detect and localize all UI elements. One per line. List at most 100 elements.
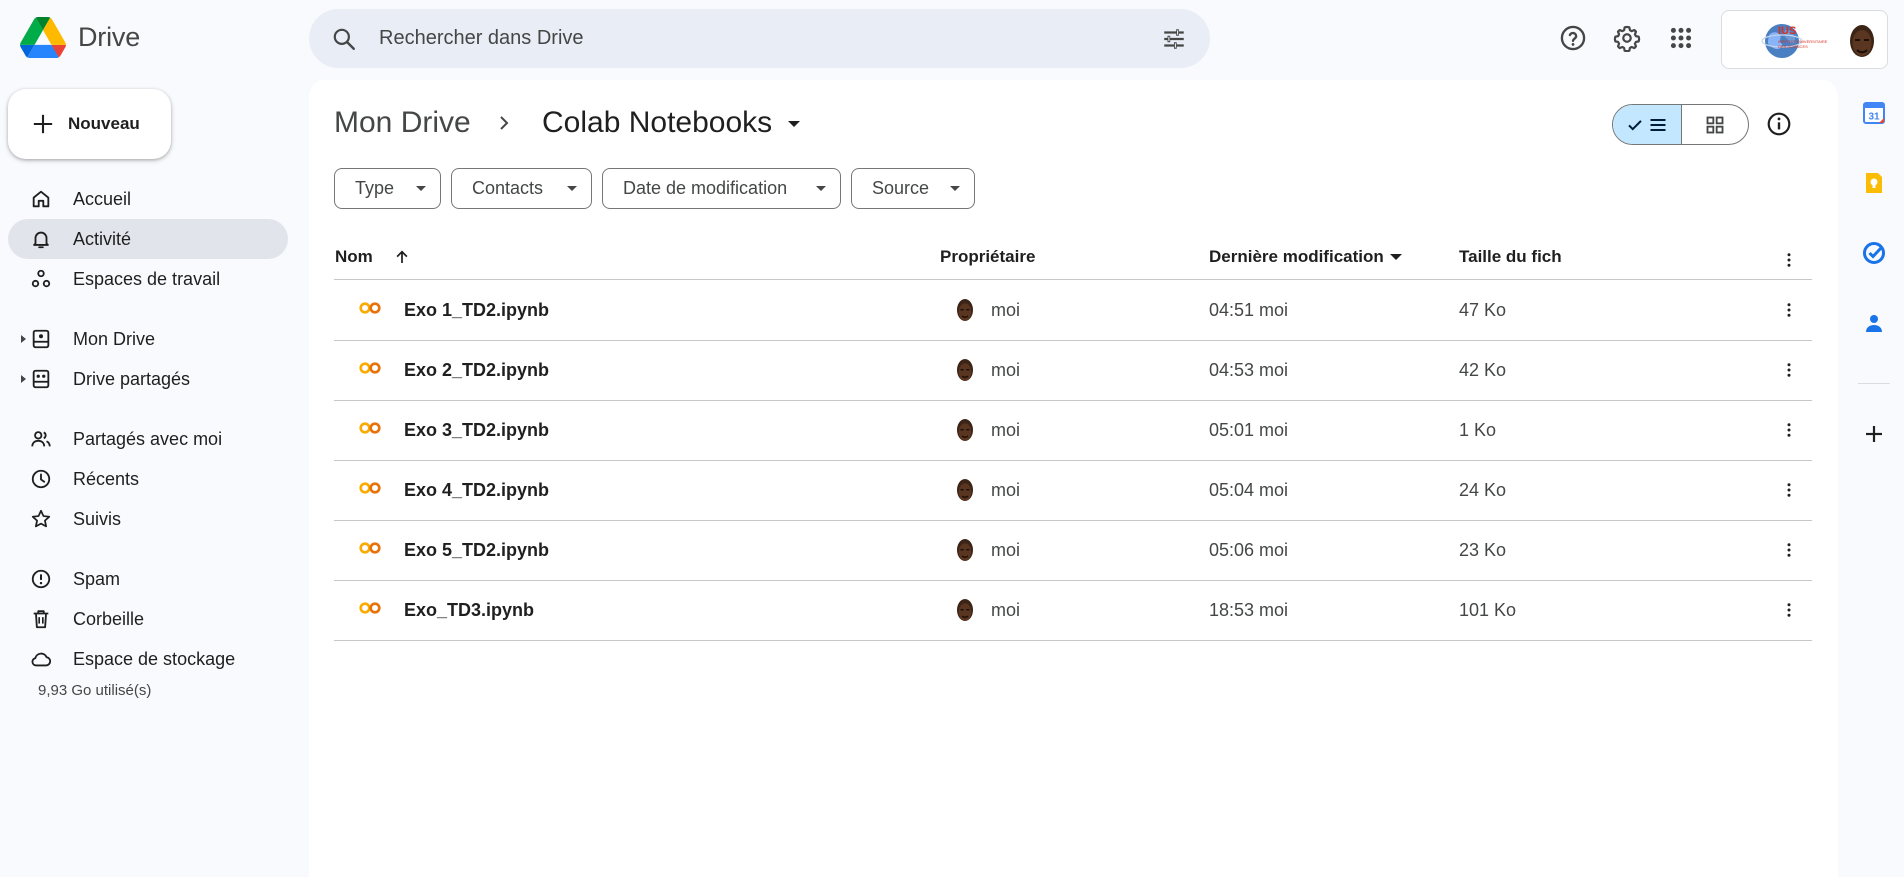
owner-avatar	[951, 536, 979, 564]
sidebar-item-shared-with-me[interactable]: Partagés avec moi	[8, 419, 288, 459]
sidebar-item-recent[interactable]: Récents	[8, 459, 288, 499]
help-icon	[1560, 25, 1586, 51]
colab-file-icon	[359, 362, 381, 374]
organization-subtitle: INSTITUT UNIVERSITAIRE DES SCIENCES	[1778, 39, 1828, 49]
drive-logo-icon	[20, 17, 66, 58]
file-name: Exo 5_TD2.ipynb	[404, 540, 550, 560]
contacts-icon[interactable]	[1862, 311, 1886, 335]
tasks-icon[interactable]	[1862, 241, 1886, 265]
search-input[interactable]	[379, 9, 1139, 68]
add-icon[interactable]	[1862, 422, 1886, 446]
home-icon	[32, 190, 50, 208]
filter-contacts[interactable]: Contacts	[451, 168, 592, 209]
filter-date-modified[interactable]: Date de modification	[602, 168, 841, 209]
filter-label: Date de modification	[623, 178, 788, 198]
file-owner: moi	[991, 420, 1021, 440]
caret-down-icon	[416, 186, 426, 191]
list-view-button[interactable]	[1613, 105, 1682, 144]
people-icon	[31, 431, 51, 447]
file-size: 24 Ko	[1459, 480, 1507, 500]
sidebar-item-label: Mon Drive	[73, 329, 156, 349]
breadcrumb-current[interactable]: Colab Notebooks	[542, 106, 772, 140]
user-avatar[interactable]	[1841, 19, 1883, 61]
owner-avatar	[951, 476, 979, 504]
more-options-icon[interactable]	[1780, 479, 1798, 501]
grid-view-button[interactable]	[1682, 105, 1748, 144]
filter-type[interactable]: Type	[334, 168, 441, 209]
sidebar-item-label: Espace de stockage	[73, 649, 236, 669]
calendar-icon[interactable]: 31	[1862, 101, 1886, 125]
sidebar-item-starred[interactable]: Suivis	[8, 499, 288, 539]
sidebar-item-storage[interactable]: Espace de stockage	[8, 639, 288, 679]
colab-file-icon	[359, 422, 381, 434]
column-name[interactable]: Nom	[335, 247, 411, 267]
new-button[interactable]: Nouveau	[8, 89, 171, 159]
plus-icon	[33, 114, 53, 134]
sidebar-item-activity[interactable]: Activité	[8, 219, 288, 259]
trash-icon	[33, 610, 49, 629]
column-options-icon[interactable]	[1780, 250, 1798, 270]
more-options-icon[interactable]	[1780, 599, 1798, 621]
sidebar-item-shared-drives[interactable]: Drive partagés	[8, 359, 288, 399]
star-icon	[31, 509, 51, 528]
main-panel: Mon Drive Colab Notebooks Type Contacts …	[309, 80, 1838, 877]
search-bar[interactable]	[309, 9, 1210, 68]
sidebar-item-label: Suivis	[73, 509, 122, 529]
more-options-icon[interactable]	[1780, 299, 1798, 321]
shared-drives-icon	[32, 369, 50, 389]
table-row[interactable]: Exo 1_TD2.ipynb moi 04:51 moi 47 Ko	[334, 281, 1812, 341]
settings-button[interactable]	[1611, 22, 1643, 54]
keep-icon[interactable]	[1862, 171, 1886, 195]
expand-icon[interactable]	[19, 335, 27, 343]
table-row[interactable]: Exo 3_TD2.ipynb moi 05:01 moi 1 Ko	[334, 401, 1812, 461]
new-button-label: Nouveau	[68, 114, 140, 133]
table-row[interactable]: Exo 2_TD2.ipynb moi 04:53 moi 42 Ko	[334, 341, 1812, 401]
search-options-icon[interactable]	[1161, 26, 1187, 52]
drive-logo[interactable]: Drive	[20, 17, 140, 58]
apps-button[interactable]	[1665, 22, 1697, 54]
sidebar-item-label: Activité	[73, 229, 132, 249]
sidebar-item-trash[interactable]: Corbeille	[8, 599, 288, 639]
account-switcher[interactable]: IUS INSTITUT UNIVERSITAIRE DES SCIENCES	[1721, 10, 1888, 69]
column-modified[interactable]: Dernière modification	[1209, 247, 1402, 267]
file-size: 42 Ko	[1459, 360, 1507, 380]
sort-ascending-icon[interactable]	[393, 248, 411, 266]
colab-file-icon	[359, 302, 381, 314]
breadcrumb-root[interactable]: Mon Drive	[334, 106, 471, 140]
help-button[interactable]	[1557, 22, 1589, 54]
my-drive-icon	[32, 329, 50, 349]
divider	[1858, 383, 1890, 384]
sidebar-item-label: Espaces de travail	[73, 269, 221, 289]
table-row[interactable]: Exo 5_TD2.ipynb moi 05:06 moi 23 Ko	[334, 521, 1812, 581]
more-options-icon[interactable]	[1780, 539, 1798, 561]
sidebar-item-spam[interactable]: Spam	[8, 559, 288, 599]
owner-avatar	[951, 596, 979, 624]
top-bar: Drive Rechercher dans Drive IUS INSTITUT…	[0, 0, 1904, 78]
clock-icon	[31, 469, 51, 489]
sidebar-item-home[interactable]: Accueil	[8, 179, 288, 219]
info-icon[interactable]	[1766, 111, 1792, 137]
table-row[interactable]: Exo_TD3.ipynb moi 18:53 moi 101 Ko	[334, 581, 1812, 641]
sidebar-item-label: Spam	[73, 569, 121, 589]
file-modified: 18:53 moi	[1209, 600, 1289, 620]
column-modified-label: Dernière modification	[1209, 247, 1384, 266]
column-owner[interactable]: Propriétaire	[940, 247, 1035, 267]
more-options-icon[interactable]	[1780, 419, 1798, 441]
sidebar-item-workspaces[interactable]: Espaces de travail	[8, 259, 288, 299]
column-size-label: Taille du fich	[1459, 247, 1562, 266]
filter-source[interactable]: Source	[851, 168, 975, 209]
sidebar-item-label: Récents	[73, 469, 140, 489]
organization-name: IUS	[1778, 25, 1797, 37]
folder-menu-icon[interactable]	[787, 120, 801, 128]
file-modified: 05:04 moi	[1209, 480, 1289, 500]
chevron-right-icon	[500, 116, 509, 130]
workspaces-icon	[31, 269, 51, 288]
expand-icon[interactable]	[19, 375, 27, 383]
more-options-icon[interactable]	[1780, 359, 1798, 381]
table-row[interactable]: Exo 4_TD2.ipynb moi 05:04 moi 24 Ko	[334, 461, 1812, 521]
search-icon[interactable]	[331, 26, 357, 52]
sidebar-item-my-drive[interactable]: Mon Drive	[8, 319, 288, 359]
sidebar-item-label: Corbeille	[73, 609, 145, 629]
column-size[interactable]: Taille du fich	[1459, 247, 1562, 267]
file-name: Exo 3_TD2.ipynb	[404, 420, 550, 440]
